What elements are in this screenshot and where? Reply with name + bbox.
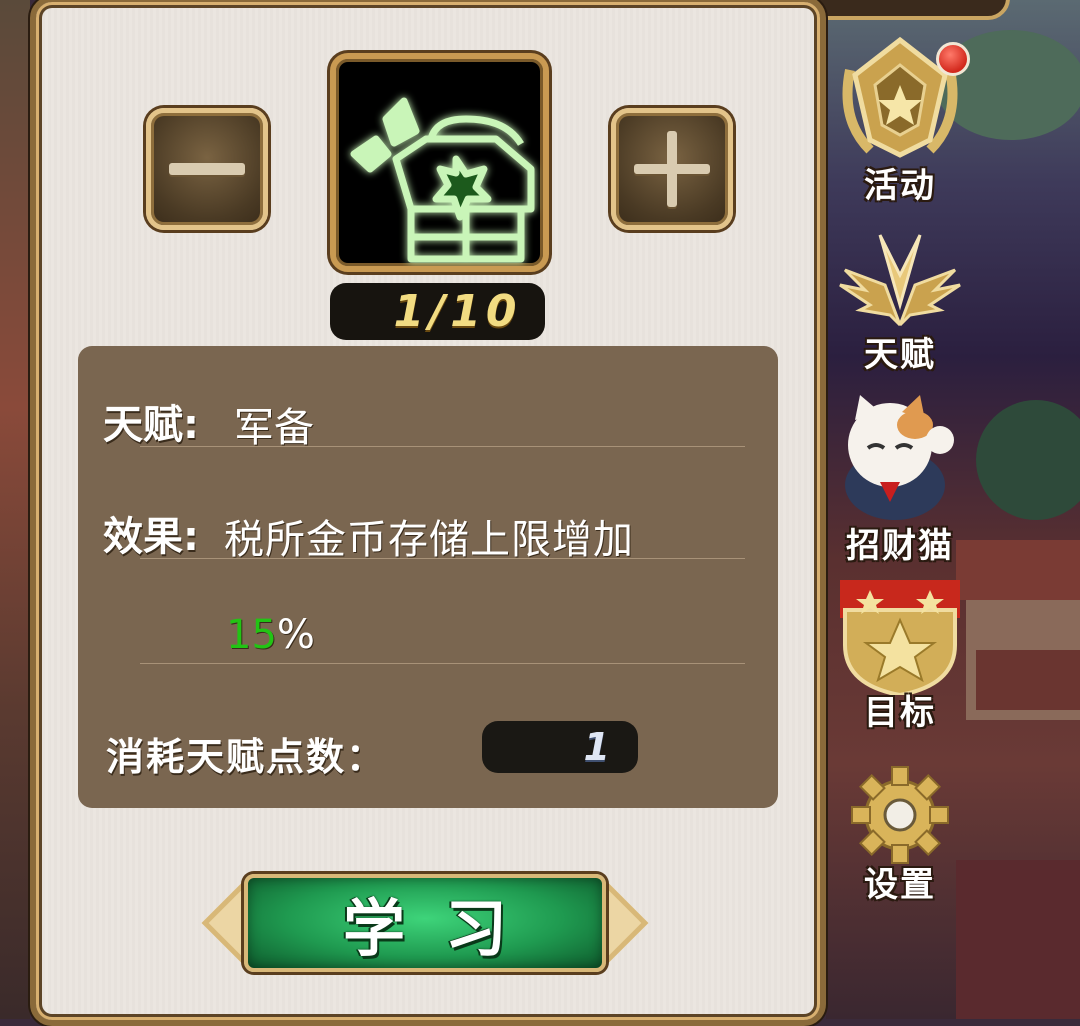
side-menu-item-settings[interactable]: 设置 bbox=[830, 765, 970, 915]
background-left-edge bbox=[0, 0, 30, 1019]
talent-label: 天赋: bbox=[103, 402, 199, 448]
cost-value: 1 bbox=[482, 721, 638, 773]
gear-icon bbox=[851, 766, 949, 864]
effect-percent-number: 15 bbox=[226, 612, 277, 658]
star-shield-icon bbox=[840, 580, 960, 695]
increase-button[interactable] bbox=[611, 108, 733, 230]
skill-icon-frame[interactable] bbox=[330, 53, 549, 272]
side-menu-item-talent[interactable]: 天赋 bbox=[830, 215, 970, 375]
lucky-cat-icon bbox=[845, 395, 954, 520]
side-menu-item-goal[interactable]: 目标 bbox=[830, 575, 970, 735]
talent-name: 军备 bbox=[234, 405, 314, 451]
effect-percent: 15% bbox=[226, 612, 315, 658]
divider bbox=[140, 663, 745, 664]
plus-icon bbox=[634, 131, 710, 207]
minus-icon bbox=[169, 163, 245, 175]
effect-percent-sign: % bbox=[276, 612, 315, 658]
notification-dot bbox=[936, 42, 970, 76]
effect-description: 税所金币存储上限增加 bbox=[224, 517, 634, 563]
side-menu-label: 天赋 bbox=[864, 335, 936, 375]
treasure-chest-icon bbox=[350, 97, 535, 263]
divider bbox=[140, 558, 745, 559]
decrease-button[interactable] bbox=[146, 108, 268, 230]
cost-label: 消耗天赋点数： bbox=[106, 735, 387, 779]
effect-label: 效果: bbox=[103, 514, 199, 560]
side-menu-item-lucky-cat[interactable]: 招财猫 bbox=[830, 390, 970, 566]
side-menu-label: 设置 bbox=[864, 865, 936, 905]
top-tab-edge bbox=[800, 0, 1010, 20]
learn-button-label: 学习 bbox=[244, 874, 606, 972]
skill-level-counter: 1/10 bbox=[330, 283, 545, 340]
side-menu-label: 活动 bbox=[864, 166, 936, 206]
learn-button[interactable]: 学习 bbox=[201, 860, 649, 986]
side-menu-label: 招财猫 bbox=[846, 526, 954, 566]
side-menu-label: 目标 bbox=[864, 693, 936, 733]
divider bbox=[140, 446, 745, 447]
wings-emblem-icon bbox=[839, 234, 961, 327]
